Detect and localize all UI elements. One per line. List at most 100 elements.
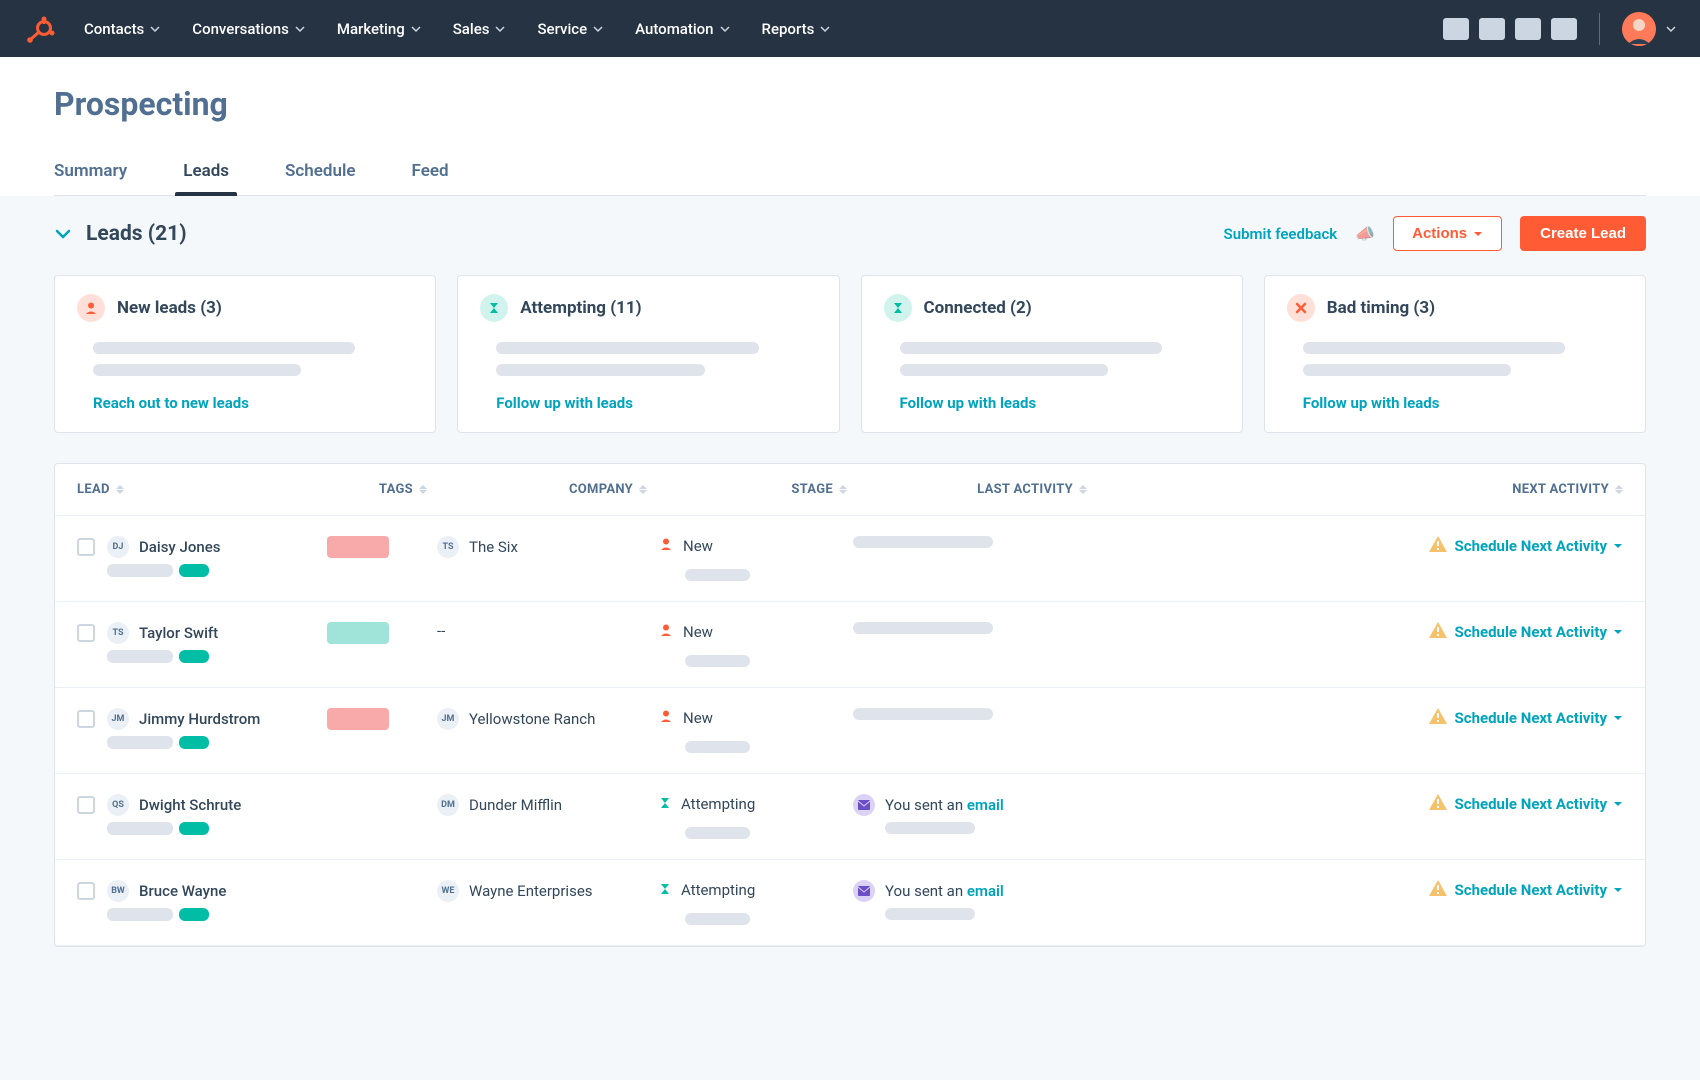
lead-name[interactable]: Bruce Wayne (139, 882, 226, 900)
chevron-down-icon (150, 24, 160, 34)
card-head: New leads (3) (77, 294, 413, 322)
create-lead-button[interactable]: Create Lead (1520, 216, 1646, 251)
lead-name[interactable]: Daisy Jones (139, 538, 220, 556)
lead-info: BW Bruce Wayne (107, 880, 226, 921)
actions-label: Actions (1412, 225, 1467, 242)
column-header-lead[interactable]: LEAD (77, 482, 307, 497)
content: Leads (21) Submit feedback 📣 Actions Cre… (0, 196, 1700, 987)
cell-company: -- (427, 622, 647, 640)
card-link[interactable]: Follow up with leads (900, 394, 1220, 412)
nav-item-conversations[interactable]: Conversations (192, 20, 305, 38)
nav-action-1[interactable] (1443, 18, 1469, 40)
lead-avatar: TS (107, 622, 129, 644)
section-right: Submit feedback 📣 Actions Create Lead (1224, 216, 1646, 251)
actions-button[interactable]: Actions (1393, 216, 1502, 251)
caret-down-icon (1613, 713, 1623, 723)
card-link[interactable]: Follow up with leads (496, 394, 816, 412)
skeleton-line (900, 364, 1108, 376)
table-row: QS Dwight Schrute DM Dunder Mifflin Atte… (55, 774, 1645, 860)
row-checkbox[interactable] (77, 538, 95, 556)
mail-icon (853, 880, 875, 902)
table-row: DJ Daisy Jones TS The Six New Schedule N… (55, 516, 1645, 602)
card-link[interactable]: Follow up with leads (1303, 394, 1623, 412)
cell-next-activity: Schedule Next Activity (1087, 880, 1623, 900)
status-cards: New leads (3) Reach out to new leads Att… (54, 275, 1646, 433)
nav-item-marketing[interactable]: Marketing (337, 20, 421, 38)
company-avatar: WE (437, 880, 459, 902)
email-link[interactable]: email (967, 882, 1004, 900)
schedule-next-activity-link[interactable]: Schedule Next Activity (1455, 795, 1623, 813)
schedule-next-activity-link[interactable]: Schedule Next Activity (1455, 623, 1623, 641)
skeleton-pill (107, 564, 173, 577)
section-header: Leads (21) Submit feedback 📣 Actions Cre… (54, 216, 1646, 251)
table-row: BW Bruce Wayne WE Wayne Enterprises Atte… (55, 860, 1645, 946)
schedule-next-activity-link[interactable]: Schedule Next Activity (1455, 537, 1623, 555)
sort-icon (419, 485, 427, 494)
tab-leads[interactable]: Leads (183, 151, 229, 195)
cell-lead: BW Bruce Wayne (77, 880, 307, 921)
email-link[interactable]: email (967, 796, 1004, 814)
card-link[interactable]: Reach out to new leads (93, 394, 413, 412)
lead-name[interactable]: Jimmy Hurdstrom (139, 710, 260, 728)
skeleton-pill (853, 622, 993, 634)
user-avatar[interactable] (1622, 12, 1656, 46)
cell-next-activity: Schedule Next Activity (1087, 794, 1623, 814)
nav-item-contacts[interactable]: Contacts (84, 20, 160, 38)
cell-company: TS The Six (427, 536, 647, 558)
stage-text: New (683, 623, 713, 641)
lead-sub (107, 908, 226, 921)
lead-info: DJ Daisy Jones (107, 536, 220, 577)
nav-action-3[interactable] (1515, 18, 1541, 40)
column-header-company[interactable]: COMPANY (427, 482, 647, 497)
column-header-stage[interactable]: STAGE (647, 482, 847, 497)
company-name: -- (437, 622, 445, 640)
nav-item-sales[interactable]: Sales (453, 20, 506, 38)
skeleton-line (1303, 364, 1511, 376)
nav-item-automation[interactable]: Automation (635, 20, 729, 38)
schedule-next-activity-link[interactable]: Schedule Next Activity (1455, 709, 1623, 727)
tab-schedule[interactable]: Schedule (285, 151, 356, 195)
tab-summary[interactable]: Summary (54, 151, 127, 195)
skeleton-line (93, 342, 355, 354)
skeleton-line (496, 342, 758, 354)
lead-name[interactable]: Taylor Swift (139, 624, 218, 642)
company-avatar: TS (437, 536, 459, 558)
tab-feed[interactable]: Feed (412, 151, 449, 195)
row-checkbox[interactable] (77, 710, 95, 728)
skeleton-line (900, 342, 1162, 354)
cell-company: DM Dunder Mifflin (427, 794, 647, 816)
nav-action-2[interactable] (1479, 18, 1505, 40)
row-checkbox[interactable] (77, 624, 95, 642)
nav-label: Marketing (337, 20, 405, 38)
nav-label: Reports (762, 20, 815, 38)
nav-action-4[interactable] (1551, 18, 1577, 40)
row-checkbox[interactable] (77, 796, 95, 814)
chevron-down-icon[interactable] (54, 225, 72, 243)
row-checkbox[interactable] (77, 882, 95, 900)
skeleton-pill (853, 708, 993, 720)
skeleton-pill (107, 908, 173, 921)
chevron-down-icon[interactable] (1666, 24, 1676, 34)
column-header-next-activity[interactable]: NEXT ACTIVITY (1087, 482, 1623, 497)
skeleton-pill (179, 736, 209, 749)
warning-icon (1429, 622, 1447, 642)
lead-name[interactable]: Dwight Schrute (139, 796, 241, 814)
status-card-0: New leads (3) Reach out to new leads (54, 275, 436, 433)
skeleton-pill (685, 827, 750, 839)
submit-feedback-link[interactable]: Submit feedback (1224, 225, 1338, 243)
warning-icon (1429, 880, 1447, 900)
company-name: Yellowstone Ranch (469, 710, 595, 728)
cell-stage: Attempting (647, 880, 847, 925)
nav-item-service[interactable]: Service (537, 20, 603, 38)
leads-table: LEADTAGSCOMPANYSTAGELAST ACTIVITYNEXT AC… (54, 463, 1646, 947)
sort-icon (639, 485, 647, 494)
cell-company: JM Yellowstone Ranch (427, 708, 647, 730)
cell-tags (307, 622, 427, 644)
nav-item-reports[interactable]: Reports (762, 20, 831, 38)
schedule-next-activity-link[interactable]: Schedule Next Activity (1455, 881, 1623, 899)
column-header-tags[interactable]: TAGS (307, 482, 427, 497)
column-header-last-activity[interactable]: LAST ACTIVITY (847, 482, 1087, 497)
nav-label: Conversations (192, 20, 289, 38)
nav-label: Service (537, 20, 587, 38)
hubspot-logo[interactable] (24, 13, 56, 45)
